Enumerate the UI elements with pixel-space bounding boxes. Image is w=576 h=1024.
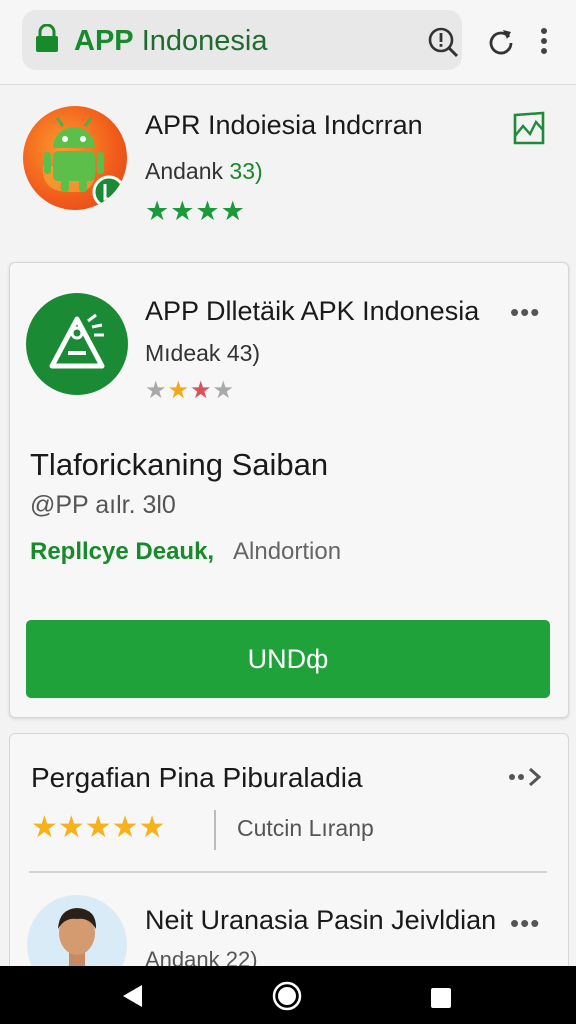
app-developer: Mıdeak 43): [145, 340, 261, 366]
card-subheading: @PP aılr. 3l0: [30, 491, 176, 519]
url-domain: Indonesia: [141, 25, 268, 57]
overflow-menu-icon[interactable]: [537, 26, 551, 56]
featured-app-developer: Andank 33): [145, 158, 263, 185]
search-icon[interactable]: [427, 26, 459, 58]
app-logo-icon[interactable]: [26, 293, 128, 395]
review-rating-stars: ★★★★★: [31, 811, 166, 844]
recents-icon[interactable]: [430, 987, 452, 1009]
arrow-right-icon[interactable]: [508, 766, 544, 788]
divider: [214, 810, 216, 850]
url-brand: APP: [74, 25, 134, 57]
reply-link[interactable]: Repllcye Deauk,: [30, 538, 214, 566]
secondary-link[interactable]: Alndortion: [233, 538, 341, 566]
more-options-icon[interactable]: •••: [510, 908, 540, 939]
section-divider: [29, 871, 547, 873]
refresh-icon[interactable]: [486, 26, 516, 56]
review-section-title: Pergafian Pina Piburaladia: [31, 762, 363, 793]
card-heading: Tlaforickaning Saiban: [30, 447, 329, 482]
app-title[interactable]: APP Dlletäik APK Indonesia: [145, 296, 479, 327]
reviewer-title[interactable]: Neit Uranasia Pasin Jeivldian: [145, 905, 496, 936]
url-text[interactable]: APP Indonesia: [74, 24, 267, 58]
lock-icon: [36, 24, 58, 52]
star-4: ★: [212, 377, 236, 404]
back-icon[interactable]: [120, 983, 144, 1009]
more-options-icon[interactable]: •••: [510, 297, 540, 328]
star-1: ★: [145, 377, 168, 404]
home-icon[interactable]: [272, 981, 302, 1011]
star-3: ★: [190, 377, 213, 404]
featured-app-rating: ★★★★: [145, 196, 246, 226]
developer-count: 33): [229, 158, 263, 184]
browser-toolbar: APP Indonesia: [0, 0, 576, 85]
star-2: ★: [167, 377, 191, 404]
sort-label[interactable]: Cutcin Lıranp: [237, 815, 374, 842]
developer-name: Andank: [145, 158, 224, 184]
android-robot-icon: [42, 117, 126, 209]
app-rating-stars: ★★★★: [145, 376, 235, 405]
system-navigation-bar: [0, 966, 576, 1024]
warning-triangle-icon: [49, 313, 105, 369]
featured-app-title[interactable]: APR Indoiesia Indcrran: [145, 110, 423, 141]
install-button[interactable]: UNDф: [26, 620, 550, 698]
android-app-icon[interactable]: [23, 106, 127, 210]
bookmark-icon[interactable]: [512, 110, 546, 146]
